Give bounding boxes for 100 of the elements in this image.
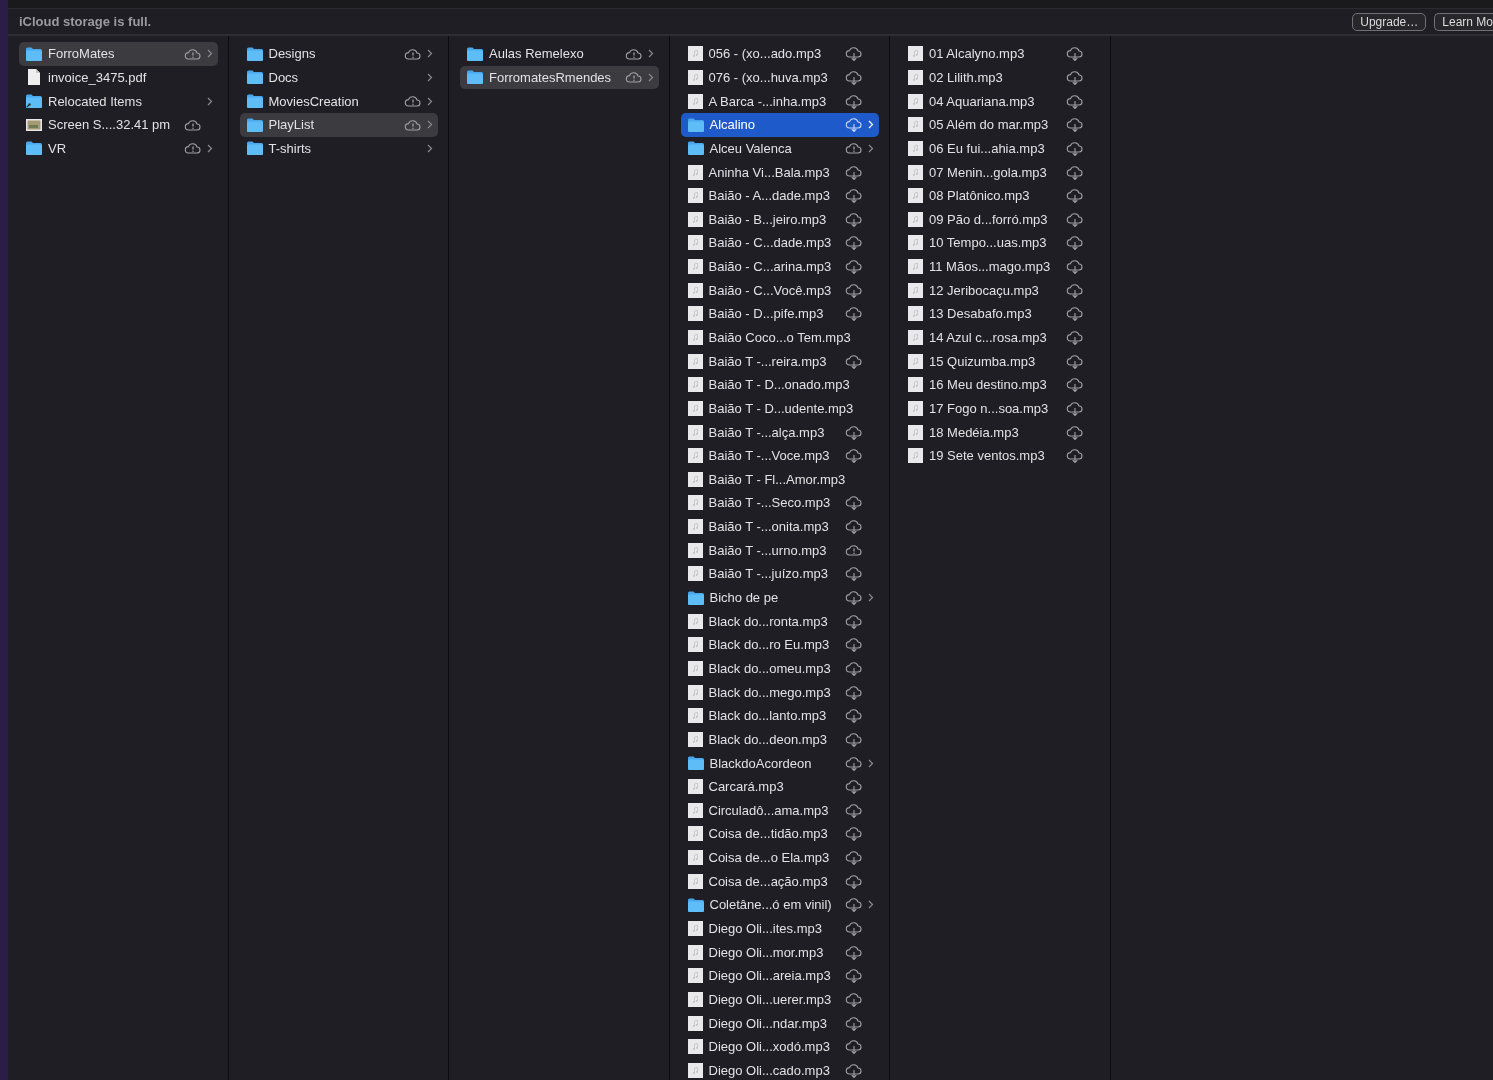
cloud-download-icon[interactable]	[845, 637, 863, 653]
cloud-download-icon[interactable]	[845, 897, 863, 913]
cloud-download-icon[interactable]	[1065, 259, 1084, 275]
file-row[interactable]: Baião Coco...o Tem.mp3	[680, 325, 879, 350]
folder-row[interactable]: T-shirts	[239, 136, 438, 161]
file-row[interactable]: Baião - C...dade.mp3	[680, 231, 879, 255]
cloud-download-icon[interactable]	[845, 495, 863, 511]
file-row[interactable]: Diego Oli...ndar.mp3	[680, 1011, 879, 1035]
cloud-download-icon[interactable]	[845, 802, 863, 818]
cloud-download-icon[interactable]	[845, 566, 863, 582]
cloud-download-icon[interactable]	[1065, 377, 1084, 393]
file-row[interactable]: Black do...ronta.mp3	[680, 609, 879, 633]
cloud-download-icon[interactable]	[845, 117, 863, 133]
cloud-download-icon[interactable]	[1065, 117, 1084, 133]
cloud-download-icon[interactable]	[1065, 235, 1084, 251]
folder-row[interactable]: Aulas Remelexo	[460, 42, 659, 66]
file-row[interactable]: Baião T -...reira.mp3	[680, 349, 879, 373]
file-row[interactable]: Baião - C...Você.mp3	[680, 278, 879, 303]
file-row[interactable]: Baião T -...Voce.mp3	[680, 443, 879, 468]
cloud-download-icon[interactable]	[1065, 188, 1084, 204]
cloud-download-icon[interactable]	[845, 46, 863, 62]
file-row[interactable]: Black do...ro Eu.mp3	[680, 633, 879, 657]
file-row[interactable]: Diego Oli...mor.mp3	[680, 940, 879, 964]
file-row[interactable]: 02 Lilith.mp3	[901, 65, 1100, 90]
folder-row[interactable]: ForromatesRmendes	[460, 65, 659, 90]
file-row[interactable]: Black do...deon.mp3	[680, 727, 879, 752]
cloud-download-icon[interactable]	[845, 921, 863, 936]
folder-row[interactable]: Alcalino	[680, 112, 879, 137]
file-row[interactable]: Baião T - D...udente.mp3	[680, 396, 879, 421]
cloud-download-icon[interactable]	[845, 448, 863, 464]
folder-row[interactable]: Bicho de pe	[680, 585, 879, 610]
file-row[interactable]: 11 Mãos...mago.mp3	[901, 254, 1100, 279]
file-row[interactable]: 19 Sete ventos.mp3	[901, 443, 1100, 468]
file-row[interactable]: 10 Tempo...uas.mp3	[901, 231, 1100, 255]
file-row[interactable]: 18 Medéia.mp3	[901, 420, 1100, 444]
file-row[interactable]: Baião T - D...onado.mp3	[680, 372, 879, 397]
cloud-download-icon[interactable]	[845, 424, 863, 440]
file-row[interactable]: Circuladô...ama.mp3	[680, 798, 879, 823]
file-row[interactable]: Baião T - Fl...Amor.mp3	[680, 467, 879, 492]
cloud-download-icon[interactable]	[1065, 93, 1084, 109]
file-row[interactable]: 056 - (xo...ado.mp3	[680, 42, 879, 66]
cloud-download-icon[interactable]	[845, 1039, 863, 1055]
file-row[interactable]: 07 Menin...gola.mp3	[901, 160, 1100, 184]
cloud-download-icon[interactable]	[1065, 46, 1084, 62]
cloud-download-icon[interactable]	[1065, 330, 1084, 345]
cloud-download-icon[interactable]	[845, 779, 863, 795]
file-row[interactable]: Baião - A...dade.mp3	[680, 183, 879, 208]
file-row[interactable]: Coisa de...ação.mp3	[680, 869, 879, 894]
file-row[interactable]: Baião T -...urno.mp3	[680, 538, 879, 563]
file-row[interactable]: Black do...mego.mp3	[680, 680, 879, 704]
file-row[interactable]: Coisa de...tidão.mp3	[680, 822, 879, 846]
folder-row[interactable]: BlackdoAcordeon	[680, 751, 879, 775]
file-row[interactable]: 13 Desabafo.mp3	[901, 302, 1100, 326]
file-row[interactable]: 15 Quizumba.mp3	[901, 349, 1100, 373]
file-row[interactable]: Diego Oli...cado.mp3	[680, 1058, 879, 1080]
cloud-download-icon[interactable]	[845, 69, 863, 85]
cloud-download-icon[interactable]	[845, 1015, 863, 1031]
banner-button[interactable]: Learn Mo	[1434, 12, 1493, 31]
folder-row[interactable]: Alceu Valenca	[680, 136, 879, 161]
file-row[interactable]: Diego Oli...areia.mp3	[680, 964, 879, 988]
file-row[interactable]: A Barca -...inha.mp3	[680, 89, 879, 113]
file-row[interactable]: Diego Oli...xodó.mp3	[680, 1034, 879, 1059]
cloud-download-icon[interactable]	[845, 211, 863, 227]
file-row[interactable]: 17 Fogo n...soa.mp3	[901, 396, 1100, 421]
cloud-download-icon[interactable]	[1065, 448, 1084, 464]
cloud-download-icon[interactable]	[845, 353, 863, 369]
file-row[interactable]: Baião T -...alça.mp3	[680, 420, 879, 444]
file-row[interactable]: Aninha Vi...Bala.mp3	[680, 160, 879, 184]
file-row[interactable]: 14 Azul c...rosa.mp3	[901, 325, 1100, 350]
file-row[interactable]: Black do...omeu.mp3	[680, 656, 879, 681]
banner-button[interactable]: Upgrade…	[1352, 12, 1427, 31]
file-row[interactable]: 08 Platônico.mp3	[901, 183, 1100, 208]
cloud-download-icon[interactable]	[845, 873, 863, 889]
cloud-download-icon[interactable]	[1065, 69, 1084, 85]
cloud-download-icon[interactable]	[845, 613, 863, 629]
cloud-download-icon[interactable]	[845, 259, 863, 275]
file-row[interactable]: 05 Além do mar.mp3	[901, 112, 1100, 137]
cloud-download-icon[interactable]	[845, 991, 863, 1007]
folder-row[interactable]: ForroMates	[19, 42, 218, 66]
cloud-download-icon[interactable]	[845, 850, 863, 866]
cloud-download-icon[interactable]	[1065, 140, 1084, 156]
cloud-download-icon[interactable]	[845, 188, 863, 204]
cloud-download-icon[interactable]	[1065, 211, 1084, 227]
cloud-download-icon[interactable]	[845, 164, 863, 180]
cloud-download-icon[interactable]	[845, 235, 863, 251]
file-row[interactable]: Screen S....32.41 pm	[19, 112, 218, 137]
file-row[interactable]: 01 Alcalyno.mp3	[901, 42, 1100, 66]
file-row[interactable]: 16 Meu destino.mp3	[901, 372, 1100, 397]
file-row[interactable]: Diego Oli...ites.mp3	[680, 916, 879, 941]
folder-row[interactable]: Coletâne...ó em vinil)	[680, 893, 879, 917]
file-row[interactable]: Baião T -...Seco.mp3	[680, 491, 879, 515]
cloud-download-icon[interactable]	[845, 944, 863, 960]
file-row[interactable]: 076 - (xo...huva.mp3	[680, 65, 879, 90]
file-row[interactable]: Black do...lanto.mp3	[680, 703, 879, 728]
folder-row[interactable]: Docs	[239, 65, 438, 90]
file-row[interactable]: Diego Oli...uerer.mp3	[680, 987, 879, 1012]
folder-row[interactable]: Relocated Items	[19, 89, 218, 113]
file-row[interactable]: 09 Pão d...forró.mp3	[901, 207, 1100, 232]
cloud-download-icon[interactable]	[1065, 306, 1084, 322]
file-row[interactable]: Baião T -...onita.mp3	[680, 514, 879, 539]
